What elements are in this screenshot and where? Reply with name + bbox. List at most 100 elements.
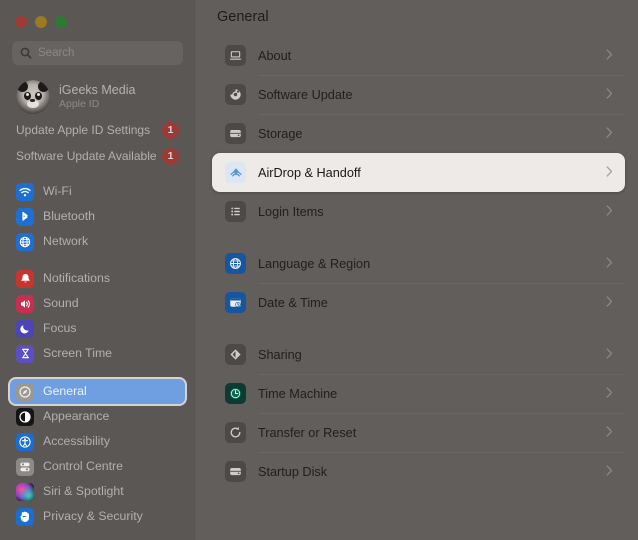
settings-row-date-time[interactable]: Date & Time [212, 283, 625, 322]
alert-label: Software Update Available [16, 149, 157, 163]
screen-time-icon [16, 344, 34, 363]
settings-list: About Software Update Storage AirDrop & … [195, 36, 638, 491]
chevron-right-icon [606, 125, 613, 143]
chevron-right-icon [606, 86, 613, 104]
about-icon [225, 45, 246, 66]
chevron-right-icon [606, 255, 613, 273]
close-window-button[interactable] [15, 16, 27, 28]
main-content: General About Software Update Storage Ai… [195, 0, 638, 540]
settings-row-label: AirDrop & Handoff [258, 165, 361, 180]
settings-row-label: Software Update [258, 87, 353, 102]
search-input[interactable] [38, 47, 175, 59]
sidebar-item-label: Control Centre [43, 459, 123, 474]
appearance-icon [16, 407, 34, 426]
sidebar-item-label: Screen Time [43, 346, 113, 361]
settings-row-airdrop-handoff[interactable]: AirDrop & Handoff [212, 153, 625, 192]
settings-row-label: Date & Time [258, 295, 328, 310]
notifications-icon [16, 269, 34, 288]
sidebar-group-network: Wi-Fi Bluetooth Network [0, 179, 195, 254]
chevron-right-icon [606, 203, 613, 221]
sidebar-item-label: Focus [43, 321, 77, 336]
traffic-lights [0, 0, 195, 32]
status-badge: 1 [162, 121, 179, 139]
settings-group-2: Language & Region Date & Time [212, 244, 625, 322]
group-separator [212, 231, 625, 244]
startup-disk-icon [225, 461, 246, 482]
sidebar-item-label: Bluetooth [43, 209, 95, 224]
settings-row-about[interactable]: About [212, 36, 625, 75]
chevron-right-icon [606, 346, 613, 364]
settings-row-label: Time Machine [258, 386, 338, 401]
sidebar-item-wi-fi[interactable]: Wi-Fi [10, 179, 185, 204]
chevron-right-icon [606, 385, 613, 403]
settings-row-label: Storage [258, 126, 303, 141]
sidebar-group-preferences: General Appearance Accessibility Control… [0, 379, 195, 529]
settings-row-time-machine[interactable]: Time Machine [212, 374, 625, 413]
settings-row-transfer-or-reset[interactable]: Transfer or Reset [212, 413, 625, 452]
time-machine-icon [225, 383, 246, 404]
sidebar: iGeeks Media Apple ID Update Apple ID Se… [0, 0, 195, 540]
sidebar-item-privacy-security[interactable]: Privacy & Security [10, 504, 185, 529]
settings-row-label: Transfer or Reset [258, 425, 357, 440]
sound-icon [16, 294, 34, 313]
siri-icon [16, 482, 34, 501]
sidebar-item-control-centre[interactable]: Control Centre [10, 454, 185, 479]
page-title: General [217, 9, 269, 25]
storage-icon [225, 123, 246, 144]
chevron-right-icon [606, 424, 613, 442]
system-settings-window: iGeeks Media Apple ID Update Apple ID Se… [0, 0, 638, 540]
account-subtitle: Apple ID [59, 98, 100, 110]
privacy-icon [16, 507, 34, 526]
control-centre-icon [16, 457, 34, 476]
alert-update-apple-id-settings[interactable]: Update Apple ID Settings 1 [12, 117, 183, 143]
search-field[interactable] [12, 41, 183, 65]
sidebar-item-siri-spotlight[interactable]: Siri & Spotlight [10, 479, 185, 504]
minimize-window-button[interactable] [35, 16, 47, 28]
sidebar-item-label: Notifications [43, 271, 110, 286]
settings-row-label: Startup Disk [258, 464, 328, 479]
language-region-icon [225, 253, 246, 274]
sidebar-item-label: Siri & Spotlight [43, 484, 124, 499]
apple-id-account-row[interactable]: iGeeks Media Apple ID [12, 77, 183, 117]
settings-row-software-update[interactable]: Software Update [212, 75, 625, 114]
sidebar-item-appearance[interactable]: Appearance [10, 404, 185, 429]
date-time-icon [225, 292, 246, 313]
settings-row-label: Language & Region [258, 256, 371, 271]
chevron-right-icon [606, 47, 613, 65]
status-badge: 1 [162, 147, 179, 165]
settings-row-startup-disk[interactable]: Startup Disk [212, 452, 625, 491]
settings-row-language-region[interactable]: Language & Region [212, 244, 625, 283]
sidebar-item-bluetooth[interactable]: Bluetooth [10, 204, 185, 229]
sidebar-item-label: Accessibility [43, 434, 110, 449]
general-icon [16, 382, 34, 401]
airdrop-icon [225, 162, 246, 183]
avatar [16, 80, 50, 114]
sidebar-item-sound[interactable]: Sound [10, 291, 185, 316]
settings-row-label: Login Items [258, 204, 324, 219]
settings-group-3: Sharing Time Machine Transfer or Reset S… [212, 335, 625, 491]
alert-software-update-available[interactable]: Software Update Available 1 [12, 143, 183, 169]
bluetooth-icon [16, 207, 34, 226]
settings-row-login-items[interactable]: Login Items [212, 192, 625, 231]
sidebar-group-system: Notifications Sound Focus Screen Time [0, 266, 195, 366]
transfer-reset-icon [225, 422, 246, 443]
maximize-window-button[interactable] [55, 16, 67, 28]
login-items-icon [225, 201, 246, 222]
sharing-icon [225, 344, 246, 365]
sidebar-item-label: Privacy & Security [43, 509, 143, 524]
sidebar-item-general[interactable]: General [10, 379, 185, 404]
sidebar-item-network[interactable]: Network [10, 229, 185, 254]
sidebar-item-accessibility[interactable]: Accessibility [10, 429, 185, 454]
settings-row-storage[interactable]: Storage [212, 114, 625, 153]
settings-row-label: Sharing [258, 347, 302, 362]
sidebar-item-focus[interactable]: Focus [10, 316, 185, 341]
accessibility-icon [16, 432, 34, 451]
sidebar-item-label: Appearance [43, 409, 110, 424]
chevron-right-icon [606, 164, 613, 182]
sidebar-item-notifications[interactable]: Notifications [10, 266, 185, 291]
sidebar-item-screen-time[interactable]: Screen Time [10, 341, 185, 366]
account-name: iGeeks Media [59, 83, 136, 97]
alert-label: Update Apple ID Settings [16, 123, 151, 137]
settings-row-sharing[interactable]: Sharing [212, 335, 625, 374]
chevron-right-icon [606, 463, 613, 481]
